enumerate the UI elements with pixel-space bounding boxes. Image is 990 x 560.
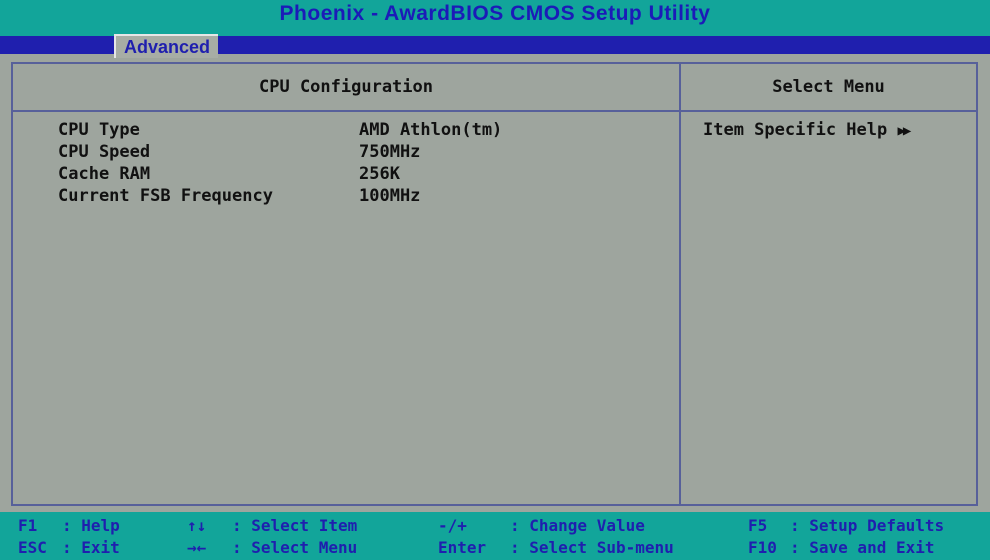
setting-value: 100MHz [359, 186, 421, 206]
key-legend-row: ESC : Exit →← : Select Menu Enter : Sele… [0, 537, 990, 559]
settings-list: CPU Type AMD Athlon(tm) CPU Speed 750MHz… [13, 112, 679, 207]
main-frame: CPU Configuration CPU Type AMD Athlon(tm… [11, 62, 978, 506]
key-desc: : Change Value [510, 516, 645, 535]
key-f1: F1 [18, 516, 38, 535]
setting-label: CPU Type [58, 120, 140, 140]
setting-row-cpu-speed[interactable]: CPU Speed 750MHz [13, 141, 679, 163]
title-bar: Phoenix - AwardBIOS CMOS Setup Utility [0, 0, 990, 36]
key-left-right: →← [187, 538, 207, 557]
key-desc: : Select Menu [232, 538, 358, 557]
key-legend-row: F1 : Help ↑↓ : Select Item -/+ : Change … [0, 515, 990, 537]
setting-label: Cache RAM [58, 164, 151, 184]
key-f10: F10 [748, 538, 777, 557]
double-right-arrow-icon: ▶▶ [897, 123, 911, 139]
help-pane: Select Menu Item Specific Help ▶▶ [681, 64, 976, 504]
setting-row-fsb-frequency[interactable]: Current FSB Frequency 100MHz [13, 185, 679, 207]
key-desc: : Setup Defaults [790, 516, 945, 535]
key-f5: F5 [748, 516, 768, 535]
settings-pane: CPU Configuration CPU Type AMD Athlon(tm… [13, 64, 681, 504]
key-desc: : Select Sub-menu [510, 538, 674, 557]
key-up-down: ↑↓ [187, 516, 207, 535]
key-plus-minus: -/+ [438, 516, 467, 535]
item-help-label: Item Specific Help [703, 120, 888, 140]
setting-value: AMD Athlon(tm) [359, 120, 503, 140]
key-desc: : Exit [62, 538, 120, 557]
key-legend: F1 : Help ↑↓ : Select Item -/+ : Change … [0, 512, 990, 560]
section-title: CPU Configuration [13, 64, 679, 112]
key-desc: : Select Item [232, 516, 358, 535]
tab-advanced[interactable]: Advanced [114, 34, 219, 58]
setting-label: Current FSB Frequency [58, 186, 273, 206]
item-help: Item Specific Help ▶▶ [703, 119, 911, 142]
key-desc: : Save and Exit [790, 538, 935, 557]
setting-row-cache-ram[interactable]: Cache RAM 256K [13, 163, 679, 185]
setting-row-cpu-type[interactable]: CPU Type AMD Athlon(tm) [13, 119, 679, 141]
setting-value: 256K [359, 164, 400, 184]
key-esc: ESC [18, 538, 47, 557]
app-title: Phoenix - AwardBIOS CMOS Setup Utility [279, 2, 711, 25]
setting-value: 750MHz [359, 142, 421, 162]
key-enter: Enter [438, 538, 487, 557]
help-header: Select Menu [681, 64, 976, 112]
key-desc: : Help [62, 516, 120, 535]
setting-label: CPU Speed [58, 142, 151, 162]
